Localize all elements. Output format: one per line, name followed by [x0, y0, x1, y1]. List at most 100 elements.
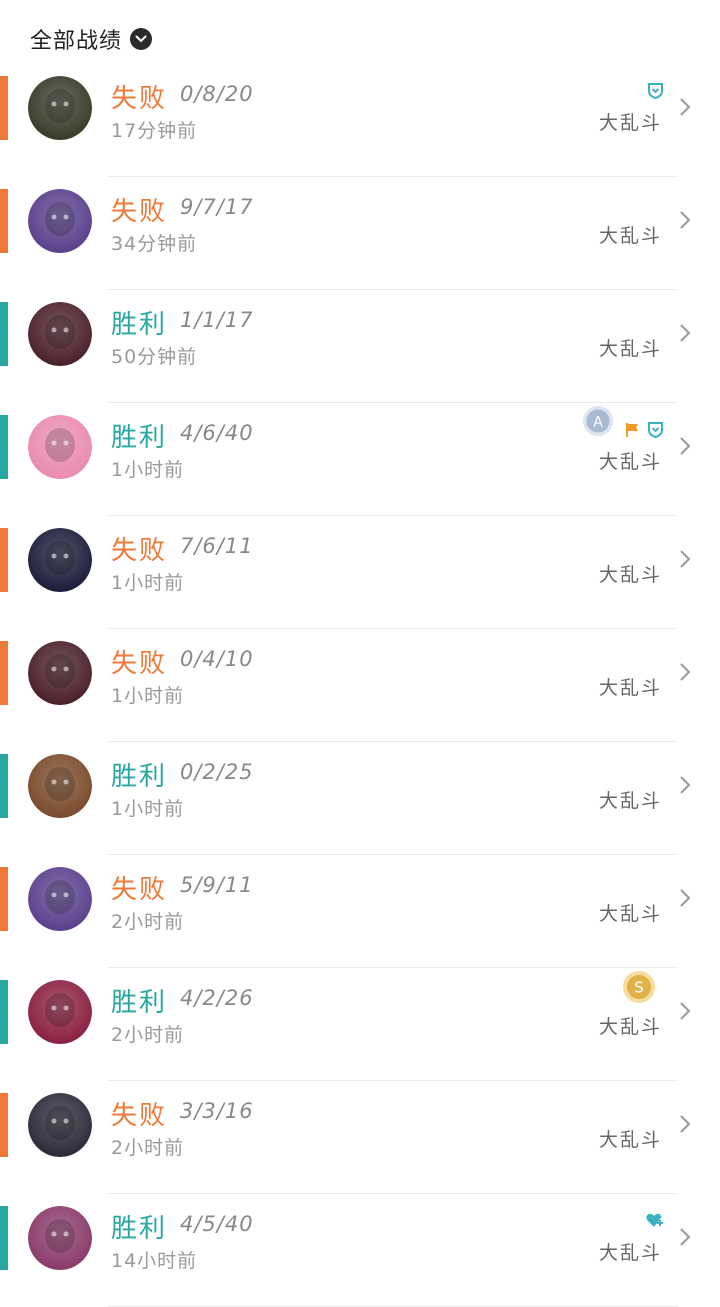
game-mode: 大乱斗: [598, 1129, 662, 1151]
kda-score: 7/6/11: [180, 534, 254, 558]
result-indicator-bar: [0, 528, 8, 592]
rank-s-medal-icon: S: [622, 970, 656, 1008]
match-result: 胜利: [111, 1214, 168, 1244]
chevron-right-icon: [678, 209, 692, 235]
game-mode: 大乱斗: [598, 564, 662, 586]
match-time: 1小时前: [111, 572, 185, 594]
match-time: 2小时前: [111, 911, 185, 933]
game-mode: 大乱斗: [598, 1242, 662, 1264]
match-row[interactable]: 胜利 4/2/26 2小时前 大乱斗 S: [0, 968, 720, 1081]
champion-avatar: [28, 1206, 92, 1270]
chevron-right-icon: [678, 1000, 692, 1026]
match-row[interactable]: 失败 3/3/16 2小时前 大乱斗: [0, 1081, 720, 1194]
match-time: 1小时前: [111, 459, 185, 481]
kda-score: 1/1/17: [180, 308, 254, 332]
champion-avatar: [28, 754, 92, 818]
champion-avatar: [28, 641, 92, 705]
chevron-right-icon: [678, 1226, 692, 1252]
chevron-right-icon: [678, 435, 692, 461]
champion-avatar: [28, 302, 92, 366]
match-result: 失败: [111, 84, 168, 114]
match-result: 失败: [111, 536, 168, 566]
chevron-down-icon: [130, 28, 153, 50]
game-mode: 大乱斗: [598, 790, 662, 812]
kda-score: 4/5/40: [180, 1212, 254, 1236]
match-result: 失败: [111, 875, 168, 905]
match-row[interactable]: 胜利 4/6/40 1小时前 大乱斗 A: [0, 403, 720, 516]
match-result: 胜利: [111, 423, 168, 453]
game-mode: 大乱斗: [598, 112, 662, 134]
match-time: 1小时前: [111, 798, 185, 820]
result-indicator-bar: [0, 1206, 8, 1270]
champion-avatar: [28, 76, 92, 140]
kda-score: 0/8/20: [180, 82, 254, 106]
kda-score: 0/4/10: [180, 647, 254, 671]
result-indicator-bar: [0, 867, 8, 931]
champion-avatar: [28, 980, 92, 1044]
chevron-right-icon: [678, 774, 692, 800]
chevron-right-icon: [678, 1113, 692, 1139]
match-row[interactable]: 胜利 1/1/17 50分钟前 大乱斗: [0, 290, 720, 403]
match-row[interactable]: 胜利 4/5/40 14小时前 大乱斗: [0, 1194, 720, 1307]
kda-score: 4/6/40: [180, 421, 254, 445]
game-mode: 大乱斗: [598, 903, 662, 925]
result-indicator-bar: [0, 1093, 8, 1157]
chevron-right-icon: [678, 322, 692, 348]
match-time: 50分钟前: [111, 346, 198, 368]
result-indicator-bar: [0, 641, 8, 705]
kda-score: 3/3/16: [180, 1099, 254, 1123]
badge-group: [646, 1212, 664, 1232]
match-result: 失败: [111, 649, 168, 679]
shield-icon: [647, 82, 664, 103]
game-mode: 大乱斗: [598, 451, 662, 473]
result-indicator-bar: [0, 415, 8, 479]
champion-avatar: [28, 867, 92, 931]
badge-group: [625, 421, 664, 442]
game-mode: 大乱斗: [598, 1016, 662, 1038]
filter-dropdown[interactable]: 全部战绩: [30, 22, 153, 56]
page-title: 全部战绩: [30, 29, 123, 54]
match-result: 胜利: [111, 310, 168, 340]
kda-score: 4/2/26: [180, 986, 254, 1010]
svg-text:S: S: [634, 979, 644, 997]
result-indicator-bar: [0, 754, 8, 818]
chevron-right-icon: [678, 96, 692, 122]
champion-avatar: [28, 189, 92, 253]
champion-avatar: [28, 1093, 92, 1157]
match-history-list: 失败 0/8/20 17分钟前 大乱斗 失败 9/7/17 34分钟前 大乱斗 胜利 1/1/17…: [0, 64, 720, 1307]
match-time: 34分钟前: [111, 233, 198, 255]
match-time: 1小时前: [111, 685, 185, 707]
chevron-right-icon: [678, 661, 692, 687]
chevron-right-icon: [678, 548, 692, 574]
result-indicator-bar: [0, 76, 8, 140]
champion-avatar: [28, 528, 92, 592]
kda-score: 5/9/11: [180, 873, 254, 897]
match-result: 失败: [111, 197, 168, 227]
game-mode: 大乱斗: [598, 225, 662, 247]
match-result: 失败: [111, 1101, 168, 1131]
game-mode: 大乱斗: [598, 338, 662, 360]
result-indicator-bar: [0, 302, 8, 366]
match-result: 胜利: [111, 988, 168, 1018]
flag-icon: [625, 422, 641, 442]
match-time: 2小时前: [111, 1137, 185, 1159]
result-indicator-bar: [0, 980, 8, 1044]
game-mode: 大乱斗: [598, 677, 662, 699]
match-time: 17分钟前: [111, 120, 198, 142]
match-row[interactable]: 失败 5/9/11 2小时前 大乱斗: [0, 855, 720, 968]
shield-icon: [647, 421, 664, 442]
match-row[interactable]: 失败 9/7/17 34分钟前 大乱斗: [0, 177, 720, 290]
rank-a-medal-icon: A: [582, 405, 614, 441]
match-time: 2小时前: [111, 1024, 185, 1046]
result-indicator-bar: [0, 189, 8, 253]
match-time: 14小时前: [111, 1250, 198, 1272]
match-row[interactable]: 胜利 0/2/25 1小时前 大乱斗: [0, 742, 720, 855]
match-result: 胜利: [111, 762, 168, 792]
match-row[interactable]: 失败 0/8/20 17分钟前 大乱斗: [0, 64, 720, 177]
kda-score: 9/7/17: [180, 195, 254, 219]
match-row[interactable]: 失败 0/4/10 1小时前 大乱斗: [0, 629, 720, 742]
match-row[interactable]: 失败 7/6/11 1小时前 大乱斗: [0, 516, 720, 629]
svg-text:A: A: [593, 415, 603, 431]
badge-group: [647, 82, 664, 103]
kda-score: 0/2/25: [180, 760, 254, 784]
